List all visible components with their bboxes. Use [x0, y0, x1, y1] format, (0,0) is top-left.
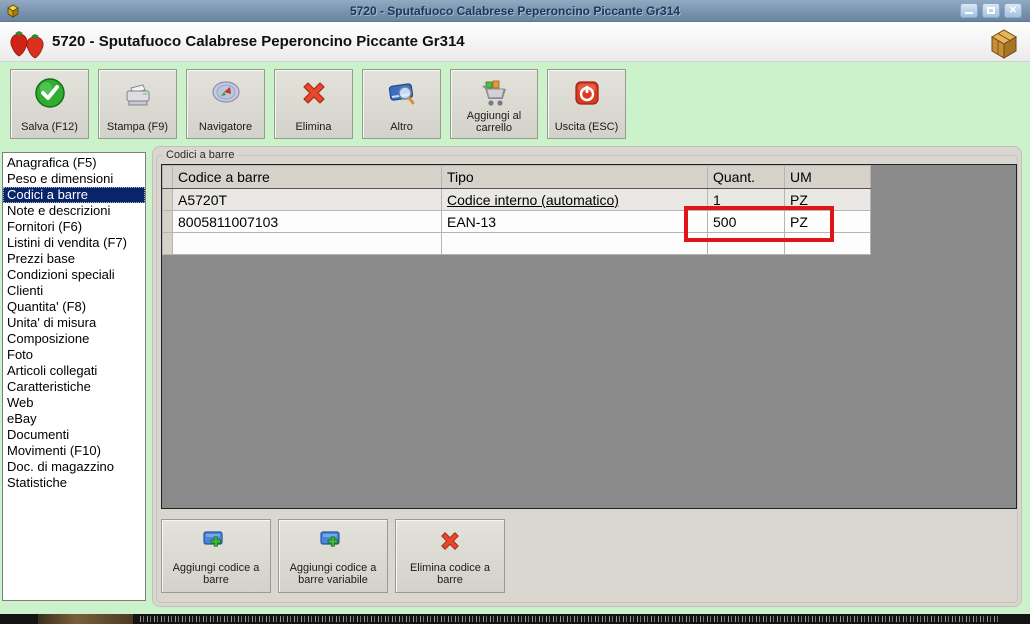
add-variable-barcode-button[interactable]: Aggiungi codice a barre variabile [278, 519, 388, 593]
sidebar-item-movimenti[interactable]: Movimenti (F10) [3, 443, 145, 459]
close-icon: ✕ [1008, 4, 1018, 16]
add-barcode-label: Aggiungi codice a barre [172, 562, 260, 586]
other-button[interactable]: Altro [362, 69, 441, 139]
book-search-icon [388, 83, 414, 105]
sidebar-item-statistiche[interactable]: Statistiche [3, 475, 145, 491]
toolbar: Salva (F12) Stampa (F9) Navigatore Elimi… [0, 62, 1030, 146]
add-barcode-button[interactable]: Aggiungi codice a barre [161, 519, 271, 593]
row-selector[interactable] [162, 210, 173, 233]
sidebar-item-unita-di-misura[interactable]: Unita' di misura [3, 315, 145, 331]
groupbox-label: Codici a barre [163, 149, 238, 161]
shopping-cart-icon [482, 80, 506, 106]
add-variable-barcode-label: Aggiungi codice a barre variabile [289, 562, 377, 586]
check-circle-icon [34, 78, 65, 108]
add-to-cart-button-label: Aggiungi al carrello [466, 110, 522, 134]
background-window-strip [0, 614, 1030, 624]
main-panel: Codici a barre Codice a barre Tipo Quant… [152, 146, 1022, 607]
cell-quant[interactable] [707, 232, 785, 255]
cell-tipo[interactable]: Codice interno (automatico) [441, 188, 708, 211]
sidebar-listbox: Anagrafica (F5) Peso e dimensioni Codici… [2, 152, 146, 601]
sidebar-item-fornitori[interactable]: Fornitori (F6) [3, 219, 145, 235]
barcode-table: Codice a barre Tipo Quant. UM A5720T Cod… [162, 165, 871, 255]
window-title: 5720 - Sputafuoco Calabrese Peperoncino … [349, 3, 681, 18]
barcode-actions: Aggiungi codice a barre Aggiungi codice … [161, 519, 505, 593]
red-x-icon [441, 532, 459, 550]
save-button-label: Salva (F12) [21, 121, 78, 133]
window-controls: ✕ [960, 3, 1022, 18]
exit-button[interactable]: Uscita (ESC) [547, 69, 626, 139]
sidebar-item-doc-di-magazzino[interactable]: Doc. di magazzino [3, 459, 145, 475]
row-selector[interactable] [162, 188, 173, 211]
minimize-icon [965, 12, 973, 14]
row-selector[interactable] [162, 232, 173, 255]
background-text-fragment [140, 616, 1000, 622]
row-selector-header [162, 165, 173, 189]
delete-button-label: Elimina [295, 121, 332, 133]
sidebar-item-quantita[interactable]: Quantita' (F8) [3, 299, 145, 315]
col-header-quant[interactable]: Quant. [707, 165, 785, 189]
sidebar-item-peso-e-dimensioni[interactable]: Peso e dimensioni [3, 171, 145, 187]
sidebar-item-composizione[interactable]: Composizione [3, 331, 145, 347]
sidebar-item-ebay[interactable]: eBay [3, 411, 145, 427]
sidebar-item-codici-a-barre[interactable]: Codici a barre [3, 187, 145, 203]
sidebar-item-web[interactable]: Web [3, 395, 145, 411]
package-box-icon [991, 29, 1017, 59]
sidebar-item-documenti[interactable]: Documenti [3, 427, 145, 443]
strawberries-icon [10, 31, 44, 59]
delete-barcode-label: Elimina codice a barre [409, 562, 491, 586]
navigator-button[interactable]: Navigatore [186, 69, 265, 139]
col-header-tipo[interactable]: Tipo [441, 165, 708, 189]
sidebar-item-anagrafica[interactable]: Anagrafica (F5) [3, 155, 145, 171]
cell-um[interactable] [784, 232, 871, 255]
printer-icon [126, 84, 149, 106]
sidebar-item-foto[interactable]: Foto [3, 347, 145, 363]
sidebar-item-clienti[interactable]: Clienti [3, 283, 145, 299]
compass-icon [211, 81, 240, 103]
titlebar[interactable]: 5720 - Sputafuoco Calabrese Peperoncino … [0, 0, 1030, 22]
close-button[interactable]: ✕ [1004, 3, 1022, 18]
barcode-grid-canvas: Codice a barre Tipo Quant. UM A5720T Cod… [161, 164, 1017, 509]
col-header-um[interactable]: UM [784, 165, 871, 189]
app-window: 5720 - Sputafuoco Calabrese Peperoncino … [0, 0, 1030, 624]
cell-um[interactable]: PZ [784, 188, 871, 211]
barcode-add-icon [320, 531, 340, 547]
sidebar-item-note-e-descrizioni[interactable]: Note e descrizioni [3, 203, 145, 219]
cell-code[interactable]: A5720T [172, 188, 442, 211]
page-title: 5720 - Sputafuoco Calabrese Peperoncino … [52, 33, 465, 50]
delete-button[interactable]: Elimina [274, 69, 353, 139]
print-button[interactable]: Stampa (F9) [98, 69, 177, 139]
table-header-row: Codice a barre Tipo Quant. UM [162, 165, 871, 189]
table-row [162, 232, 871, 255]
barcode-add-icon [203, 531, 223, 547]
sidebar-item-listini-di-vendita[interactable]: Listini di vendita (F7) [3, 235, 145, 251]
print-button-label: Stampa (F9) [106, 121, 169, 133]
red-x-icon [302, 82, 325, 104]
delete-barcode-button[interactable]: Elimina codice a barre [395, 519, 505, 593]
sidebar-item-condizioni-speciali[interactable]: Condizioni speciali [3, 267, 145, 283]
add-to-cart-button[interactable]: Aggiungi al carrello [450, 69, 538, 139]
cell-quant[interactable]: 1 [707, 188, 785, 211]
maximize-icon [987, 7, 995, 14]
other-button-label: Altro [390, 121, 413, 133]
navigator-button-label: Navigatore [198, 121, 253, 133]
save-button[interactable]: Salva (F12) [10, 69, 89, 139]
minimize-button[interactable] [960, 3, 978, 18]
col-header-codice-a-barre[interactable]: Codice a barre [172, 165, 442, 189]
table-row: 8005811007103 EAN-13 500 PZ [162, 210, 871, 233]
cell-tipo[interactable]: EAN-13 [441, 210, 708, 233]
cell-tipo[interactable] [441, 232, 708, 255]
cell-quant[interactable]: 500 [707, 210, 785, 233]
header: 5720 - Sputafuoco Calabrese Peperoncino … [0, 22, 1030, 62]
sidebar-item-prezzi-base[interactable]: Prezzi base [3, 251, 145, 267]
cell-code[interactable] [172, 232, 442, 255]
background-image-fragment [38, 614, 133, 624]
exit-button-label: Uscita (ESC) [554, 121, 619, 133]
maximize-button[interactable] [982, 3, 1000, 18]
cell-um[interactable]: PZ [784, 210, 871, 233]
sidebar-item-caratteristiche[interactable]: Caratteristiche [3, 379, 145, 395]
cell-code[interactable]: 8005811007103 [172, 210, 442, 233]
sidebar-item-articoli-collegati[interactable]: Articoli collegati [3, 363, 145, 379]
table-row: A5720T Codice interno (automatico) 1 PZ [162, 188, 871, 211]
power-icon [574, 81, 599, 105]
